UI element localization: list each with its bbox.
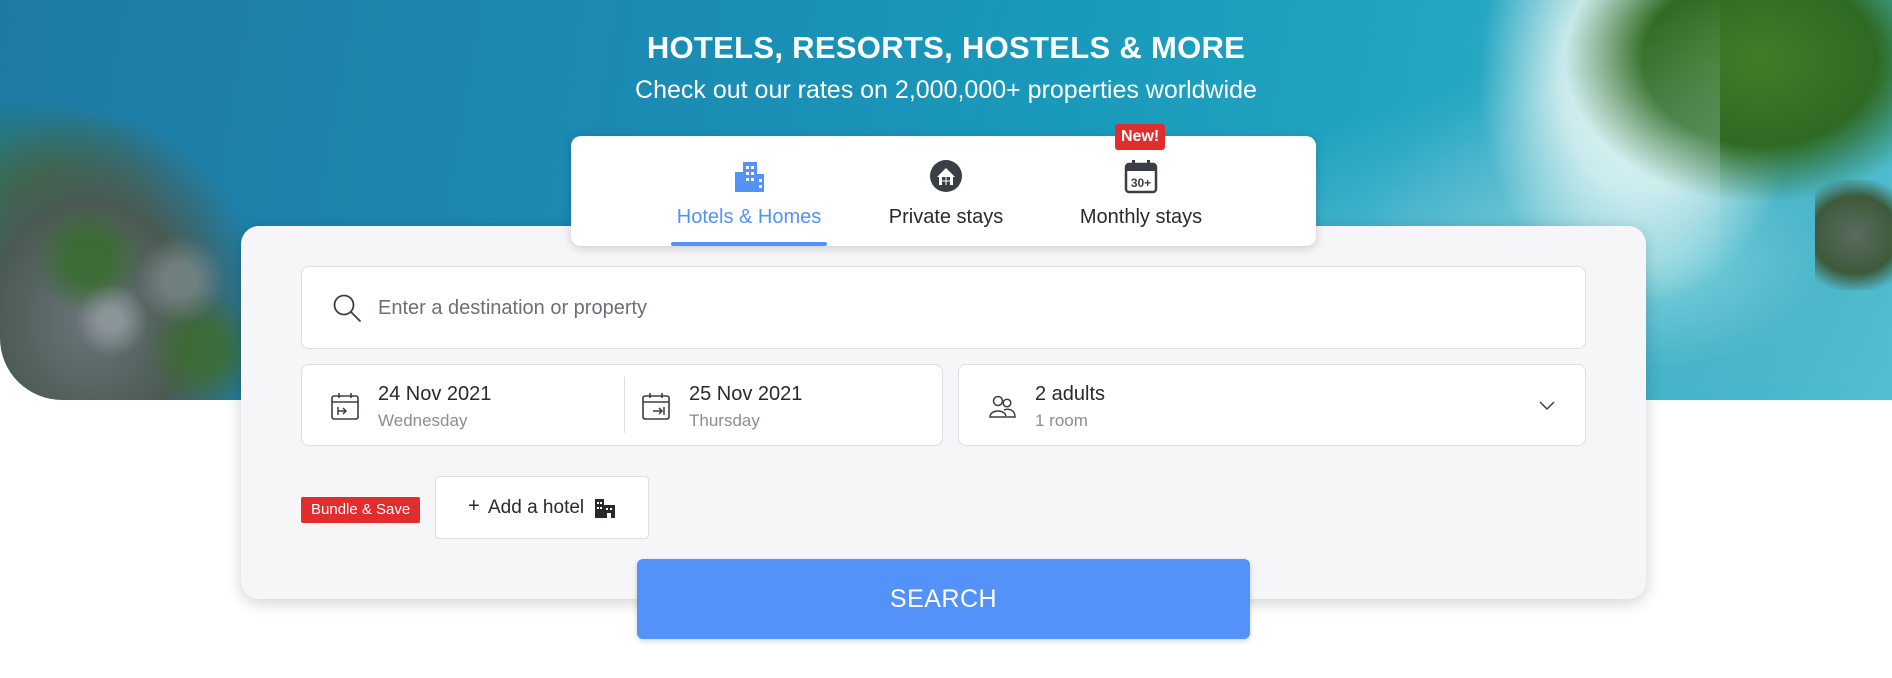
check-out-day: Thursday [689,411,760,430]
tab-private-stays-label: Private stays [888,206,1004,228]
building-icon [735,162,764,192]
product-tabs: Hotels & Homes Private stays 30+ Monthly… [571,136,1316,246]
check-out-field[interactable]: 25 Nov 2021 Thursday [613,365,933,445]
new-badge: New! [1115,124,1166,150]
hero-rock-island [20,200,250,400]
add-hotel-label: Add a hotel [488,497,585,518]
search-icon [333,294,361,322]
date-picker: 24 Nov 2021 Wednesday 25 Nov 2021 Thursd… [301,364,943,446]
tab-hotels-homes-label: Hotels & Homes [676,206,822,228]
search-button[interactable]: SEARCH [637,559,1250,639]
svg-text:30+: 30+ [1131,176,1151,190]
check-in-day: Wednesday [378,411,468,430]
check-out-date: 25 Nov 2021 [689,383,803,405]
hero-subline: Check out our rates on 2,000,000+ proper… [635,76,1257,104]
active-tab-underline [671,242,827,246]
occupancy-rooms: 1 room [1035,411,1088,430]
occupancy-guests: 2 adults [1035,383,1106,405]
tab-private-stays[interactable]: Private stays [866,136,1026,246]
plus-icon: + [468,495,480,517]
house-icon [930,160,962,192]
check-in-field[interactable]: 24 Nov 2021 Wednesday [302,365,622,445]
check-in-date: 24 Nov 2021 [378,383,492,405]
hero-headline: HOTELS, RESORTS, HOSTELS & MORE [646,30,1246,65]
people-icon [989,395,1016,418]
tab-monthly-stays[interactable]: 30+ Monthly stays [1061,136,1221,246]
calendar-30-icon: 30+ [1124,160,1158,194]
tab-hotels-homes[interactable]: Hotels & Homes [671,136,827,246]
hotel-icon [595,499,615,518]
hero-right-island [1815,180,1892,290]
destination-search[interactable] [301,266,1586,349]
add-hotel-button[interactable]: + Add a hotel [435,476,649,539]
occupancy-selector[interactable]: 2 adults 1 room [958,364,1586,446]
check-in-calendar-icon [331,393,359,420]
chevron-down-icon [1539,401,1555,411]
bundle-save-badge: Bundle & Save [301,497,421,523]
check-out-calendar-icon [642,393,670,420]
destination-input[interactable] [378,287,1558,329]
tab-monthly-stays-label: Monthly stays [1079,206,1203,228]
